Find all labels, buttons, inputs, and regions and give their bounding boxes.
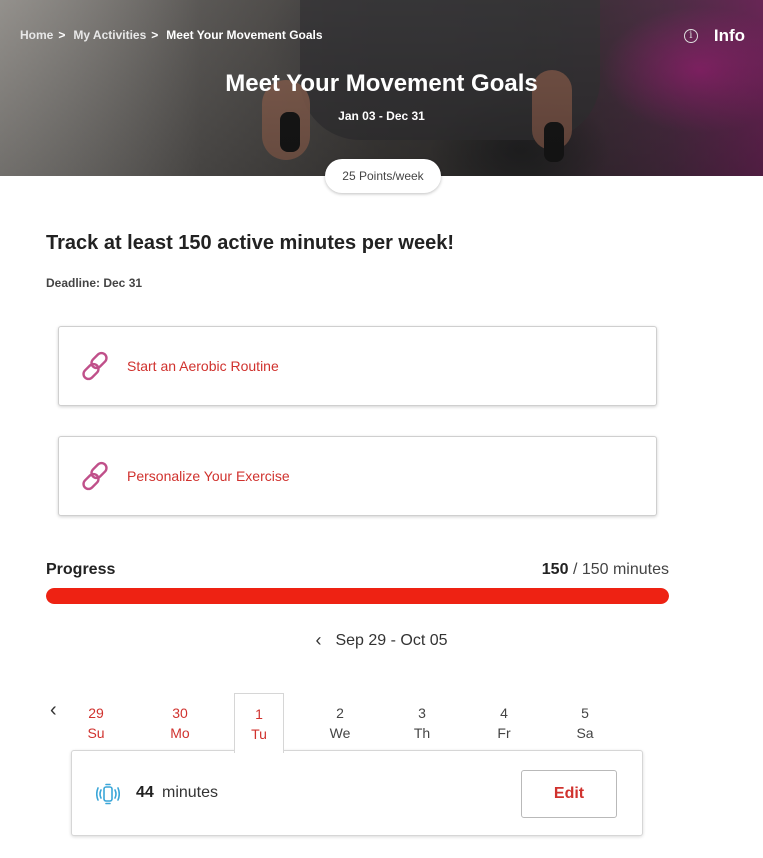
day-of-week: Sa <box>576 725 594 741</box>
day-number: 1 <box>255 706 263 722</box>
deadline-text: Deadline: Dec 31 <box>46 276 143 290</box>
hero-banner: Home > My Activities > Meet Your Movemen… <box>0 0 763 176</box>
info-button[interactable]: i Info <box>683 26 745 46</box>
date-range: Jan 03 - Dec 31 <box>338 109 425 123</box>
resource-card-aerobic-routine[interactable]: Start an Aerobic Routine <box>58 326 657 406</box>
progress-label: Progress <box>46 561 116 578</box>
day-tab-fri[interactable]: 4 Fr <box>479 693 529 751</box>
link-icon <box>82 351 108 381</box>
day-tab-wed[interactable]: 2 We <box>315 693 365 751</box>
day-of-week: Su <box>87 725 105 741</box>
watch-icon <box>96 783 120 805</box>
day-number: 5 <box>581 705 589 721</box>
week-navigator: ‹ Sep 29 - Oct 05 <box>0 630 763 651</box>
day-selector: ‹ 29 Su 30 Mo 1 Tu 2 We 3 Th 4 Fr 5 Sa <box>46 693 646 753</box>
resource-link-label: Start an Aerobic Routine <box>127 358 279 374</box>
day-of-week: Mo <box>170 725 190 741</box>
progress-goal: / 150 minutes <box>572 561 669 578</box>
progress-value: 150 / 150 minutes <box>542 561 669 579</box>
resource-card-personalize-exercise[interactable]: Personalize Your Exercise <box>58 436 657 516</box>
link-icon <box>82 461 108 491</box>
breadcrumb-my-activities[interactable]: My Activities <box>73 28 146 42</box>
breadcrumb: Home > My Activities > Meet Your Movemen… <box>20 28 323 42</box>
page-title: Meet Your Movement Goals <box>225 70 538 97</box>
day-of-week: We <box>329 725 351 741</box>
progress-bar <box>46 588 669 604</box>
chevron-left-icon[interactable]: ‹ <box>50 699 57 722</box>
resource-link-label: Personalize Your Exercise <box>127 468 290 484</box>
progress-bar-fill <box>46 588 669 604</box>
points-badge: 25 Points/week <box>325 159 441 193</box>
progress-current: 150 <box>541 561 569 578</box>
previous-week-chevron-icon[interactable]: ‹ <box>315 630 321 651</box>
challenge-heading: Track at least 150 active minutes per we… <box>46 232 454 254</box>
day-number: 29 <box>88 705 104 721</box>
week-range: Sep 29 - Oct 05 <box>335 631 448 649</box>
activity-entry-card: 44 minutes Edit <box>71 750 643 836</box>
breadcrumb-separator: > <box>58 28 66 42</box>
day-tab-mon[interactable]: 30 Mo <box>155 693 205 751</box>
day-tab-sat[interactable]: 5 Sa <box>560 693 610 751</box>
hero-content: Home > My Activities > Meet Your Movemen… <box>0 0 763 176</box>
info-label: Info <box>713 26 745 45</box>
edit-button[interactable]: Edit <box>521 770 617 818</box>
breadcrumb-current: Meet Your Movement Goals <box>166 28 323 42</box>
day-of-week: Th <box>413 725 431 741</box>
day-number: 4 <box>500 705 508 721</box>
day-number: 3 <box>418 705 426 721</box>
day-tab-tue[interactable]: 1 Tu <box>234 693 284 753</box>
breadcrumb-separator: > <box>151 28 159 42</box>
day-number: 30 <box>172 705 188 721</box>
activity-minutes-unit: minutes <box>162 784 219 801</box>
activity-minutes-value: 44 <box>136 784 154 801</box>
info-icon: i <box>683 29 698 43</box>
day-of-week: Fr <box>497 725 511 741</box>
day-tab-sun[interactable]: 29 Su <box>71 693 121 751</box>
day-of-week: Tu <box>251 726 267 742</box>
day-tab-thu[interactable]: 3 Th <box>397 693 447 751</box>
breadcrumb-home[interactable]: Home <box>20 28 53 42</box>
day-number: 2 <box>336 705 344 721</box>
